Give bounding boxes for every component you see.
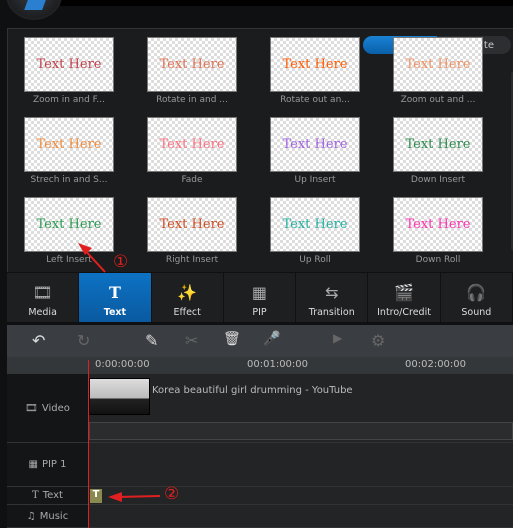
annotation-2: ② (164, 484, 180, 504)
arrow-2 (117, 495, 161, 498)
annotation-arrows (78, 243, 161, 502)
arrow-1-head (78, 243, 92, 255)
arrow-2-head (108, 492, 122, 502)
annotation-1: ① (113, 252, 129, 272)
